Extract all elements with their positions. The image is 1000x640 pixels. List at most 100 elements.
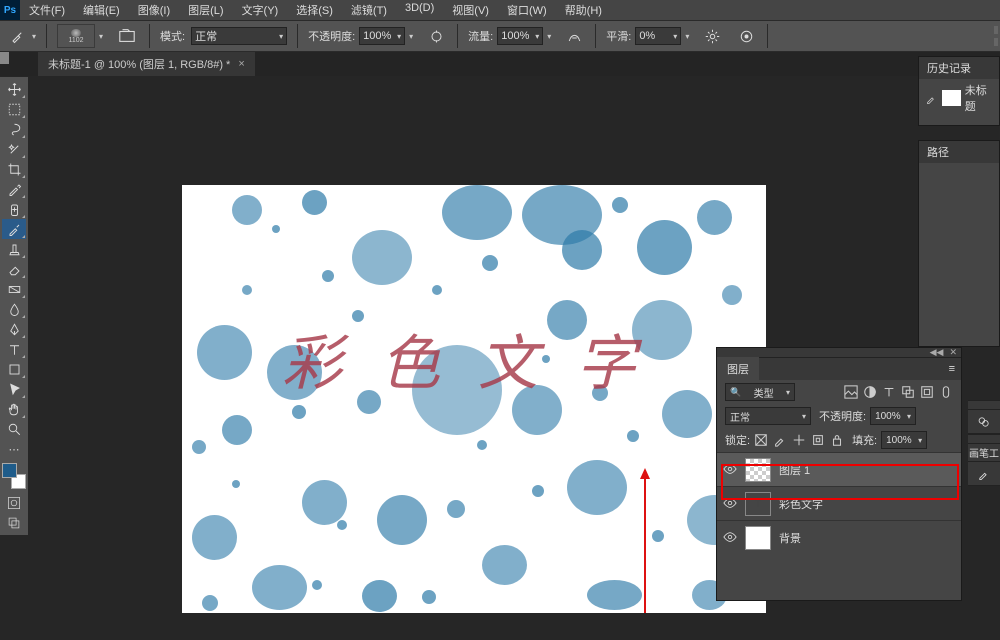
document-tab[interactable]: 未标题-1 @ 100% (图层 1, RGB/8#) * × [38, 52, 255, 76]
lock-move-icon[interactable] [792, 433, 806, 447]
dock-tab-brush-label[interactable]: 画笔工 [968, 444, 1000, 462]
history-panel: 历史记录 未标题 [918, 56, 1000, 126]
menu-window[interactable]: 窗口(W) [498, 2, 556, 18]
brush-tool[interactable] [2, 219, 26, 239]
layer-thumbnail[interactable]: T [745, 492, 771, 516]
flow-input[interactable]: 100%▾ [497, 27, 543, 45]
menu-type[interactable]: 文字(Y) [233, 2, 288, 18]
blend-mode-select[interactable]: 正常▾ [191, 27, 287, 45]
lasso-tool[interactable] [2, 119, 26, 139]
lock-transparent-icon[interactable] [754, 433, 768, 447]
lock-paint-icon[interactable] [773, 433, 787, 447]
chevron-down-icon[interactable]: ▾ [685, 32, 689, 41]
brush-panel-icon[interactable] [115, 25, 139, 47]
chevron-down-icon[interactable]: ▾ [32, 32, 36, 41]
zoom-tool[interactable] [2, 419, 26, 439]
layer-filter-select[interactable]: 🔍类型▾ [725, 383, 795, 401]
brush-preset-picker[interactable]: 1102 [57, 24, 95, 48]
options-bar: ▾ 1102 ▾ 模式: 正常▾ 不透明度: 100%▾ ▾ 流量: [0, 20, 1000, 52]
chevron-down-icon[interactable]: ▾ [99, 32, 103, 41]
filter-smart-icon[interactable] [920, 385, 934, 399]
tool-preset-brush-icon[interactable] [6, 26, 28, 46]
lock-all-icon[interactable] [830, 433, 844, 447]
dock-tab-brush-icon[interactable] [968, 462, 1000, 486]
layer-row[interactable]: T 彩色文字 [717, 486, 961, 520]
layer-name[interactable]: 彩色文字 [779, 496, 823, 512]
filter-toggle[interactable] [939, 385, 953, 399]
eraser-tool[interactable] [2, 259, 26, 279]
close-icon[interactable]: × [238, 58, 244, 70]
screen-mode-icon[interactable] [2, 513, 26, 533]
layer-thumbnail[interactable] [745, 526, 771, 550]
menu-edit[interactable]: 编辑(E) [74, 2, 129, 18]
filter-type-icon[interactable] [882, 385, 896, 399]
tab-title: 未标题-1 @ 100% (图层 1, RGB/8#) * [48, 56, 230, 72]
move-tool[interactable] [2, 79, 26, 99]
shape-tool[interactable] [2, 359, 26, 379]
menu-filter[interactable]: 滤镜(T) [342, 2, 396, 18]
layer-row[interactable]: 图层 1 [717, 452, 961, 486]
layer-thumbnail[interactable] [745, 458, 771, 482]
layer-fill-input[interactable]: 100%▾ [881, 431, 927, 449]
filter-shape-icon[interactable] [901, 385, 915, 399]
healing-brush-tool[interactable] [2, 199, 26, 219]
foreground-color[interactable] [2, 463, 17, 478]
layer-blend-mode-select[interactable]: 正常▾ [725, 407, 811, 425]
pressure-opacity-icon[interactable] [425, 26, 447, 46]
fill-label: 填充: [852, 432, 877, 448]
chevron-down-icon[interactable]: ▾ [547, 32, 551, 41]
quick-mask-icon[interactable] [2, 493, 26, 513]
blur-tool[interactable] [2, 299, 26, 319]
panel-menu-icon[interactable]: ≡ [949, 363, 955, 375]
menu-help[interactable]: 帮助(H) [556, 2, 611, 18]
pressure-size-icon[interactable] [735, 26, 757, 46]
eyedropper-tool[interactable] [2, 179, 26, 199]
magic-wand-tool[interactable] [2, 139, 26, 159]
dock-grip[interactable] [968, 400, 1000, 410]
lock-artboard-icon[interactable] [811, 433, 825, 447]
layer-name[interactable]: 图层 1 [779, 462, 810, 478]
toolbox: ⋯ [0, 77, 28, 535]
dock-tab-swatches[interactable] [968, 410, 1000, 434]
panel-collapse-handle[interactable] [992, 21, 1000, 51]
layer-list: 图层 1 T 彩色文字 背景 [717, 452, 961, 554]
menu-view[interactable]: 视图(V) [443, 2, 498, 18]
filter-adjust-icon[interactable] [863, 385, 877, 399]
history-snapshot[interactable]: 未标题 [919, 79, 999, 117]
close-icon[interactable]: ✕ [949, 347, 957, 358]
airbrush-icon[interactable] [563, 26, 585, 46]
pen-tool[interactable] [2, 319, 26, 339]
menu-image[interactable]: 图像(I) [129, 2, 179, 18]
marquee-tool[interactable] [2, 99, 26, 119]
type-tool[interactable] [2, 339, 26, 359]
layer-opacity-input[interactable]: 100%▾ [870, 407, 916, 425]
dock-grip[interactable] [968, 434, 1000, 444]
menu-layer[interactable]: 图层(L) [179, 2, 232, 18]
document-canvas[interactable]: 彩色文字 [182, 185, 766, 613]
path-select-tool[interactable] [2, 379, 26, 399]
layer-opacity-label: 不透明度: [819, 408, 866, 424]
chevron-down-icon[interactable]: ▾ [409, 32, 413, 41]
menu-3d[interactable]: 3D(D) [396, 2, 443, 18]
color-swatches[interactable] [2, 463, 26, 489]
visibility-toggle[interactable] [723, 496, 739, 512]
layer-row[interactable]: 背景 [717, 520, 961, 554]
filter-image-icon[interactable] [844, 385, 858, 399]
document-tabs: 未标题-1 @ 100% (图层 1, RGB/8#) * × [0, 52, 1000, 76]
edit-toolbar[interactable]: ⋯ [2, 439, 26, 459]
visibility-toggle[interactable] [723, 462, 739, 478]
layers-panel-tab[interactable]: 图层 [717, 357, 759, 381]
menu-file[interactable]: 文件(F) [20, 2, 74, 18]
smoothing-gear-icon[interactable] [701, 26, 723, 46]
visibility-toggle[interactable] [723, 530, 739, 546]
opacity-input[interactable]: 100%▾ [359, 27, 405, 45]
clone-stamp-tool[interactable] [2, 239, 26, 259]
crop-tool[interactable] [2, 159, 26, 179]
menu-select[interactable]: 选择(S) [287, 2, 342, 18]
layer-name[interactable]: 背景 [779, 530, 801, 546]
opacity-label: 不透明度: [308, 28, 355, 44]
hand-tool[interactable] [2, 399, 26, 419]
gradient-tool[interactable] [2, 279, 26, 299]
smoothing-input[interactable]: 0%▾ [635, 27, 681, 45]
panel-grip[interactable] [0, 52, 9, 64]
